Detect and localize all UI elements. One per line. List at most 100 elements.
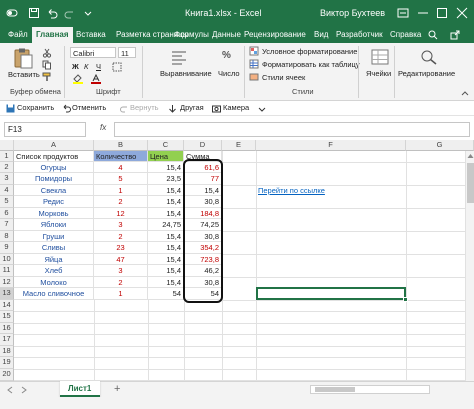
price-cell[interactable]: 15,4 — [148, 231, 184, 242]
number-label[interactable]: Число — [218, 69, 240, 78]
product-name[interactable]: Редис — [14, 196, 94, 208]
search-icon[interactable] — [428, 30, 438, 40]
quantity-cell[interactable]: 4 — [94, 162, 148, 173]
cut-icon[interactable] — [42, 48, 52, 58]
quantity-cell[interactable]: 2 — [94, 196, 148, 208]
qat-other-button[interactable]: Другая — [180, 103, 204, 112]
bold-button[interactable]: Ж — [72, 62, 79, 71]
font-name-select[interactable]: Calibri — [70, 47, 116, 58]
other-icon[interactable] — [168, 104, 177, 113]
vertical-scrollbar[interactable] — [465, 151, 474, 381]
qat-undo-button[interactable]: Отменить — [72, 103, 106, 112]
cells-icon[interactable] — [371, 49, 389, 65]
quantity-cell[interactable]: 2 — [94, 231, 148, 242]
redo-icon[interactable] — [64, 7, 76, 19]
maximize-icon[interactable] — [433, 4, 451, 22]
redo-icon[interactable] — [120, 104, 129, 113]
undo-icon[interactable] — [46, 7, 58, 19]
select-all-corner[interactable] — [0, 140, 14, 151]
price-cell[interactable]: 54 — [148, 288, 184, 300]
column-header-e[interactable]: E — [222, 140, 256, 151]
vertical-scroll-thumb[interactable] — [467, 163, 474, 203]
borders-icon[interactable] — [112, 62, 122, 72]
fx-icon[interactable]: fx — [100, 123, 106, 132]
quantity-cell[interactable]: 23 — [94, 242, 148, 254]
alignment-icon[interactable] — [170, 49, 188, 65]
row-header-14[interactable]: 14 — [0, 300, 14, 311]
save-icon[interactable] — [6, 104, 15, 113]
ribbon-display-icon[interactable] — [394, 4, 412, 22]
row-header-3[interactable]: 3 — [0, 173, 14, 185]
paste-icon[interactable] — [12, 47, 34, 69]
collapse-ribbon-icon[interactable] — [461, 89, 469, 97]
save-icon[interactable] — [28, 7, 40, 19]
quantity-cell[interactable]: 1 — [94, 185, 148, 196]
row-header-2[interactable]: 2 — [0, 162, 14, 173]
alignment-label[interactable]: Выравнивание — [160, 69, 212, 78]
customize-qat-icon[interactable] — [258, 105, 266, 113]
formula-input[interactable] — [114, 122, 470, 137]
price-cell[interactable]: 15,4 — [148, 208, 184, 219]
row-header-11[interactable]: 11 — [0, 265, 14, 277]
scroll-up-icon[interactable] — [467, 153, 474, 159]
product-name[interactable]: Хлеб — [14, 265, 94, 277]
tab-home[interactable]: Главная — [32, 27, 73, 43]
product-name[interactable]: Груши — [14, 231, 94, 242]
tab-review[interactable]: Рецензирование — [244, 30, 306, 39]
sheet-tab-active[interactable]: Лист1 — [60, 381, 100, 397]
tab-developer[interactable]: Разработчик — [336, 30, 383, 39]
row-header-18[interactable]: 18 — [0, 346, 14, 357]
font-color-icon[interactable] — [90, 74, 102, 84]
qat-save-button[interactable]: Сохранить — [17, 103, 54, 112]
header-products[interactable]: Список продуктов — [14, 151, 94, 162]
column-header-c[interactable]: C — [148, 140, 184, 151]
product-name[interactable]: Морковь — [14, 208, 94, 219]
header-quantity[interactable]: Количество — [94, 151, 148, 162]
conditional-format-button[interactable]: Условное форматирование — [262, 47, 357, 56]
product-name[interactable]: Помидоры — [14, 173, 94, 185]
product-name[interactable]: Молоко — [14, 277, 94, 288]
row-header-10[interactable]: 10 — [0, 254, 14, 265]
add-sheet-button[interactable]: + — [114, 383, 120, 395]
tab-view[interactable]: Вид — [314, 30, 328, 39]
row-header-1[interactable]: 1 — [0, 151, 14, 162]
column-header-d[interactable]: D — [184, 140, 222, 151]
copy-icon[interactable] — [42, 60, 52, 70]
format-table-button[interactable]: Форматировать как таблицу — [262, 60, 360, 69]
selected-cell-f13[interactable] — [256, 287, 406, 300]
quantity-cell[interactable]: 2 — [94, 277, 148, 288]
price-cell[interactable]: 15,4 — [148, 265, 184, 277]
paste-label[interactable]: Вставить — [8, 70, 40, 79]
price-cell[interactable]: 24,75 — [148, 219, 184, 231]
row-header-13[interactable]: 13 — [0, 288, 14, 300]
product-name[interactable]: Яблоки — [14, 219, 94, 231]
header-price[interactable]: Цена — [148, 151, 184, 162]
camera-icon[interactable] — [212, 104, 221, 113]
price-cell[interactable]: 23,5 — [148, 173, 184, 185]
user-name[interactable]: Виктор Бухтеев — [320, 8, 385, 18]
next-sheet-icon[interactable] — [20, 386, 28, 394]
format-painter-icon[interactable] — [42, 72, 52, 82]
tab-insert[interactable]: Вставка — [76, 30, 106, 39]
row-header-6[interactable]: 6 — [0, 208, 14, 219]
quantity-cell[interactable]: 3 — [94, 265, 148, 277]
quantity-cell[interactable]: 5 — [94, 173, 148, 185]
product-name[interactable]: Яйца — [14, 254, 94, 265]
product-name[interactable]: Свекла — [14, 185, 94, 196]
customize-qat-icon[interactable] — [82, 7, 94, 19]
product-name[interactable]: Сливы — [14, 242, 94, 254]
horizontal-scrollbar[interactable] — [310, 385, 430, 394]
row-header-8[interactable]: 8 — [0, 231, 14, 242]
row-header-4[interactable]: 4 — [0, 185, 14, 196]
column-header-g[interactable]: G — [406, 140, 474, 151]
row-header-12[interactable]: 12 — [0, 277, 14, 288]
format-table-icon[interactable] — [249, 59, 259, 69]
qat-camera-button[interactable]: Камера — [223, 103, 249, 112]
product-name[interactable]: Масло сливочное — [14, 288, 94, 300]
hyperlink-cell[interactable]: Перейти по ссылке — [256, 185, 406, 196]
row-header-19[interactable]: 19 — [0, 357, 14, 369]
fill-handle[interactable] — [403, 297, 408, 302]
fill-color-icon[interactable] — [72, 74, 84, 84]
number-format-icon[interactable]: % — [222, 50, 231, 61]
quantity-cell[interactable]: 47 — [94, 254, 148, 265]
